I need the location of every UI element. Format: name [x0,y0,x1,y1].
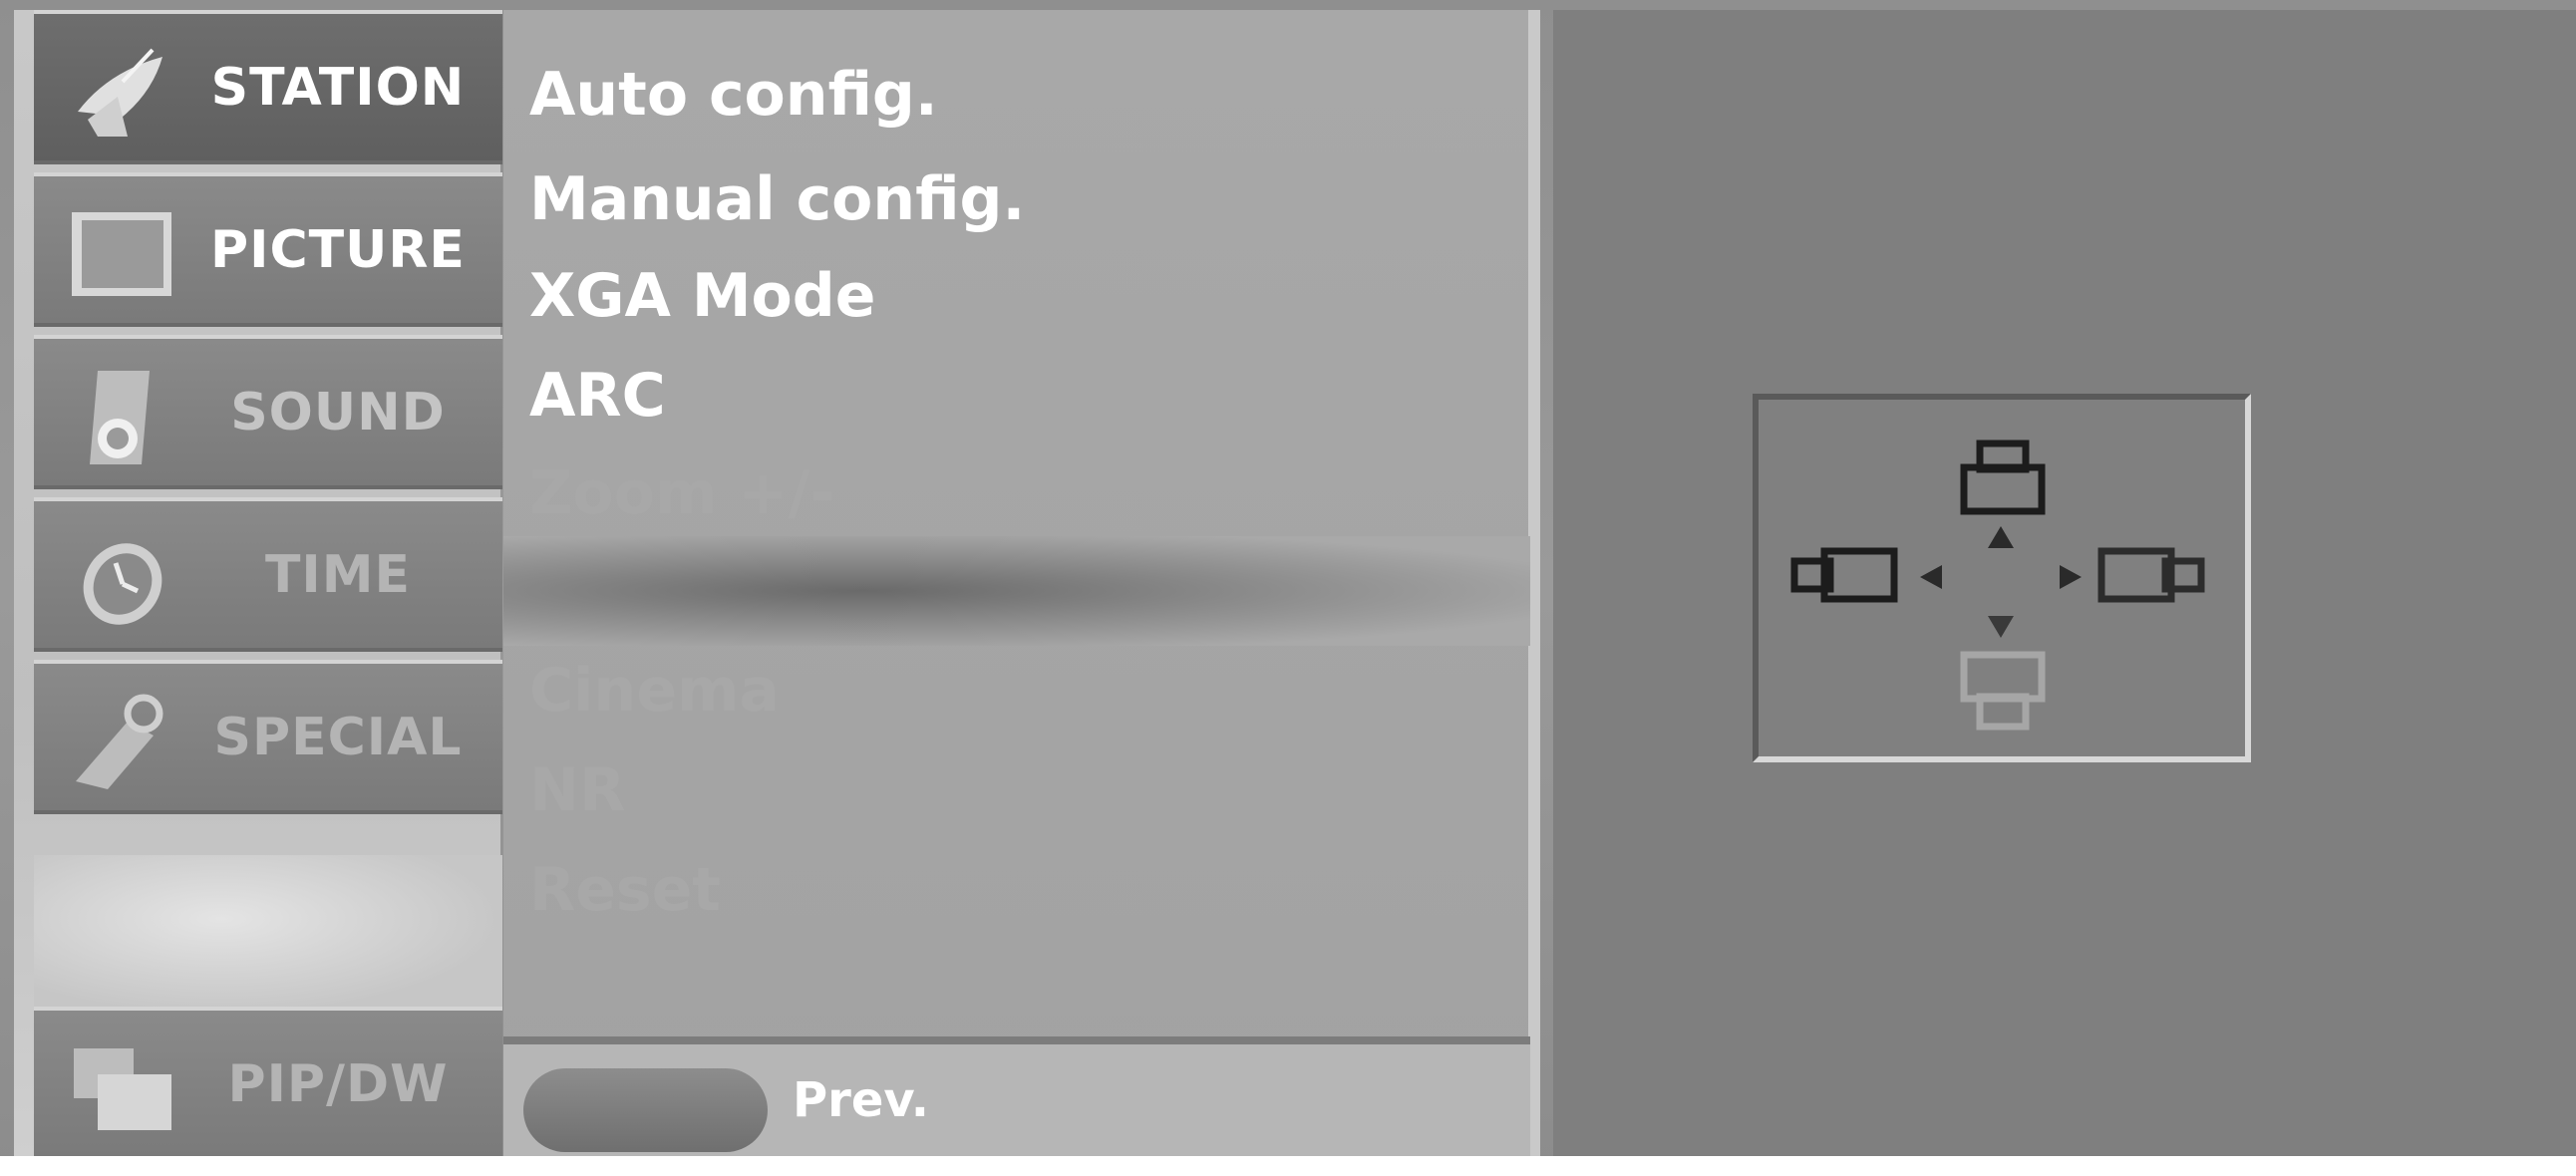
prev-label: Prev. [793,1072,930,1128]
clock-icon [83,543,162,625]
menu-item-nr[interactable]: NR [529,745,1506,835]
position-control-box [1753,394,2251,762]
menu-item-reset[interactable]: Reset [529,845,1506,935]
menu-item-manual-config[interactable]: Manual config. [529,154,1506,244]
satellite-dish-icon [78,48,162,137]
menu-item-arc[interactable]: ARC [529,351,1506,441]
menu-item-xga-mode[interactable]: XGA Mode [529,251,1506,341]
sidebar-item-pip-dw[interactable]: PIP/DW [34,1007,502,1161]
sidebar-item-label: SOUND [230,382,446,442]
bottom-border [0,1156,2576,1176]
sidebar-item-label: PIP/DW [227,1053,449,1114]
pip-icon [74,1048,171,1130]
position-adjust-panel [1553,10,2576,1156]
sidebar-item-label: STATION [210,57,466,118]
sidebar-item-time[interactable]: TIME [34,497,502,652]
sidebar-item-picture[interactable]: PICTURE [34,172,502,327]
sidebar-item-label: PICTURE [210,219,466,280]
main-menu-sidebar: STATION PICTURE SOUND TIME SPECIAL PIP/D… [14,10,502,1161]
sidebar-item-sound[interactable]: SOUND [34,335,502,489]
sidebar-item-special[interactable]: SPECIAL [34,660,502,814]
arrow-up-icon[interactable] [1986,524,2016,550]
navigation-footer: Prev. [503,1036,1530,1156]
menu-item-auto-config[interactable]: Auto config. [529,50,1506,140]
sidebar-item-station[interactable]: STATION [34,10,502,164]
arrow-down-icon[interactable] [1986,614,2016,640]
arrow-right-icon[interactable] [2058,563,2084,591]
speaker-icon [90,371,150,464]
screen-left-icon[interactable] [1788,545,1898,605]
osd-screen: STATION PICTURE SOUND TIME SPECIAL PIP/D… [0,0,2576,1176]
arrow-left-icon[interactable] [1918,563,1944,591]
submenu-panel: Auto config. Manual config. XGA Mode ARC… [503,10,1540,1156]
menu-item-position-selected[interactable] [503,536,1530,646]
screen-down-icon[interactable] [1960,651,2046,736]
picture-icon [72,212,171,296]
menu-item-cinema[interactable]: Cinema [529,646,1506,735]
sidebar-spacer [34,855,502,1015]
sidebar-item-label: SPECIAL [213,707,463,767]
prev-button[interactable] [523,1068,768,1152]
menu-item-zoom[interactable]: Zoom +/- [529,448,1506,538]
screen-right-icon[interactable] [2097,545,2207,605]
sidebar-item-label: TIME [264,544,412,605]
tag-icon [76,694,163,789]
screen-up-icon[interactable] [1960,438,2046,515]
